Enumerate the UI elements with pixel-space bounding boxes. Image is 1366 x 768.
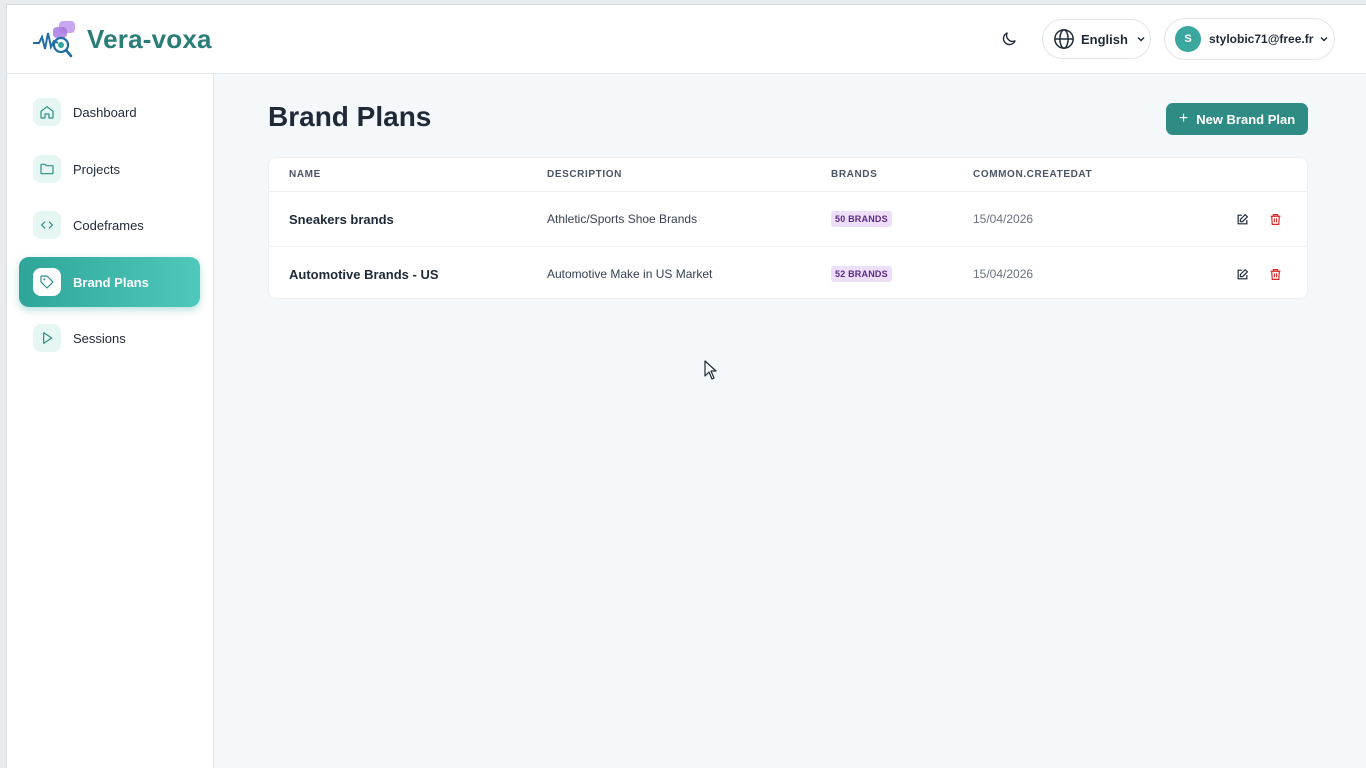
sidebar-item-projects[interactable]: Projects bbox=[19, 144, 200, 194]
column-header-brands[interactable]: BRANDS bbox=[831, 169, 877, 180]
user-menu-button[interactable]: S stylobic71@free.fr bbox=[1164, 18, 1335, 60]
code-icon bbox=[33, 211, 61, 239]
play-icon bbox=[33, 324, 61, 352]
logo-mark-icon bbox=[33, 21, 75, 58]
sidebar-item-label: Brand Plans bbox=[73, 274, 149, 290]
column-header-name[interactable]: NAME bbox=[289, 169, 321, 180]
brands-count-badge: 52 BRANDS bbox=[831, 266, 892, 282]
sidebar-item-sessions[interactable]: Sessions bbox=[19, 313, 200, 363]
brand-plan-name[interactable]: Sneakers brands bbox=[289, 212, 394, 227]
page-title: Brand Plans bbox=[268, 101, 432, 132]
sidebar-item-codeframes[interactable]: Codeframes bbox=[19, 200, 200, 250]
moon-icon bbox=[1002, 32, 1016, 46]
delete-button[interactable] bbox=[1266, 210, 1284, 228]
app-logo[interactable]: Vera-voxa bbox=[31, 19, 212, 59]
trash-icon bbox=[1270, 213, 1280, 225]
trash-icon bbox=[1270, 268, 1280, 280]
table-row[interactable]: Sneakers brands Athletic/Sports Shoe Bra… bbox=[269, 192, 1307, 246]
brand-plan-description: Automotive Make in US Market bbox=[547, 267, 713, 281]
new-brand-plan-button[interactable]: + New Brand Plan bbox=[1166, 103, 1308, 135]
app-name: Vera-voxa bbox=[87, 24, 212, 54]
chevron-down-icon bbox=[1320, 37, 1328, 42]
globe-icon bbox=[1054, 29, 1074, 49]
brands-count-badge: 50 BRANDS bbox=[831, 211, 892, 227]
table-row[interactable]: Automotive Brands - US Automotive Make i… bbox=[269, 246, 1307, 300]
app-window: Vera-voxa English S stylobic71@free.fr D… bbox=[6, 4, 1366, 768]
sidebar-item-label: Projects bbox=[73, 161, 120, 177]
edit-icon bbox=[1237, 268, 1248, 279]
delete-button[interactable] bbox=[1266, 265, 1284, 283]
sidebar-item-dashboard[interactable]: Dashboard bbox=[19, 87, 200, 137]
column-header-created-at[interactable]: COMMON.CREATEDAT bbox=[973, 169, 1092, 180]
chevron-down-icon bbox=[1137, 37, 1145, 42]
folder-icon bbox=[33, 155, 61, 183]
language-label: English bbox=[1081, 31, 1128, 47]
sidebar-item-label: Codeframes bbox=[73, 217, 144, 233]
tag-icon bbox=[33, 268, 61, 296]
brand-plan-name[interactable]: Automotive Brands - US bbox=[289, 267, 439, 282]
theme-toggle-button[interactable] bbox=[997, 27, 1021, 51]
created-at: 15/04/2026 bbox=[973, 267, 1034, 281]
sidebar-item-brand-plans[interactable]: Brand Plans bbox=[19, 257, 200, 307]
brand-plan-description: Athletic/Sports Shoe Brands bbox=[547, 212, 698, 226]
edit-icon bbox=[1237, 213, 1248, 224]
sidebar: Dashboard Projects Codeframes Brand Plan… bbox=[7, 74, 214, 768]
user-email: stylobic71@free.fr bbox=[1209, 32, 1314, 46]
table-header: NAME DESCRIPTION BRANDS COMMON.CREATEDAT bbox=[269, 158, 1307, 192]
avatar: S bbox=[1175, 26, 1201, 52]
sidebar-item-label: Sessions bbox=[73, 330, 126, 346]
language-selector[interactable]: English bbox=[1042, 19, 1151, 59]
top-header: Vera-voxa English S stylobic71@free.fr bbox=[7, 5, 1366, 74]
brand-plans-table: NAME DESCRIPTION BRANDS COMMON.CREATEDAT… bbox=[268, 157, 1308, 299]
new-brand-plan-label: New Brand Plan bbox=[1196, 111, 1296, 127]
sidebar-item-label: Dashboard bbox=[73, 104, 137, 120]
plus-icon: + bbox=[1178, 110, 1189, 127]
home-icon bbox=[33, 98, 61, 126]
mouse-cursor-icon bbox=[704, 360, 717, 380]
edit-button[interactable] bbox=[1233, 265, 1251, 283]
created-at: 15/04/2026 bbox=[973, 212, 1034, 226]
edit-button[interactable] bbox=[1233, 210, 1251, 228]
column-header-description[interactable]: DESCRIPTION bbox=[547, 169, 622, 180]
